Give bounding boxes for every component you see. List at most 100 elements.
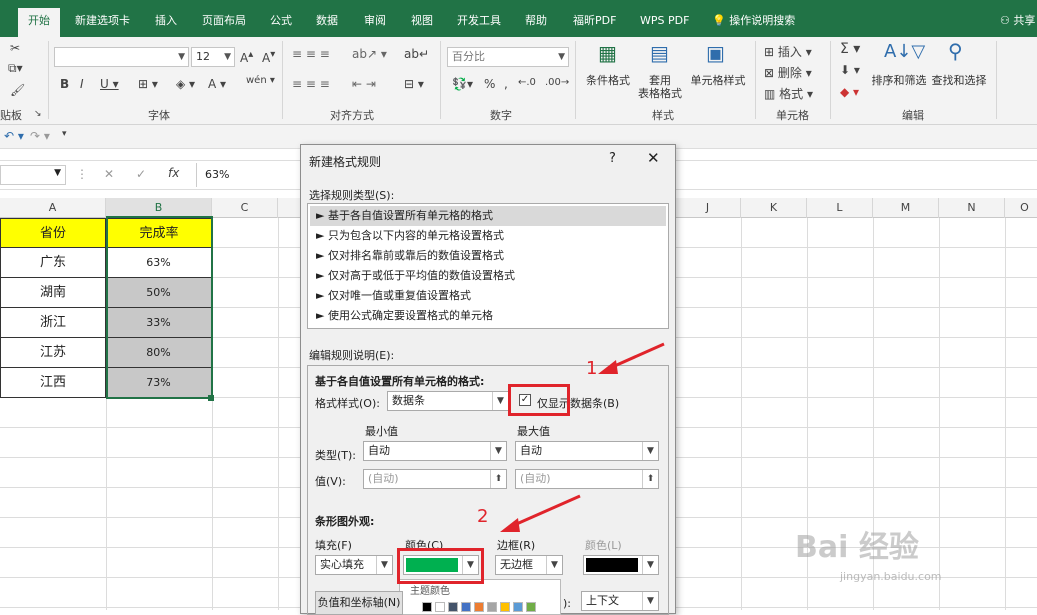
cell-completion-rate[interactable]: 73%	[106, 368, 212, 398]
indent-icon[interactable]: ⇤ ⇥	[352, 77, 376, 91]
cancel-icon[interactable]: ✕	[104, 167, 114, 181]
font-color-icon[interactable]: A ▾	[208, 77, 226, 91]
fill-type-select[interactable]: 实心填充 ▼	[315, 555, 393, 575]
redo-icon[interactable]: ↷ ▾	[30, 129, 50, 143]
rule-type-item[interactable]: ► 仅对高于或低于平均值的数值设置格式	[310, 266, 660, 286]
col-header-o[interactable]: O	[1005, 198, 1037, 218]
tab-data[interactable]: 数据	[316, 8, 338, 37]
tab-help[interactable]: 帮助	[525, 8, 547, 37]
rule-type-list[interactable]: ► 基于各自值设置所有单元格的格式 ► 只为包含以下内容的单元格设置格式 ► 仅…	[307, 203, 669, 329]
rule-type-item[interactable]: ► 仅对唯一值或重复值设置格式	[310, 286, 660, 306]
cell-completion-rate[interactable]: 80%	[106, 338, 212, 368]
cell-styles-button[interactable]: 单元格样式	[688, 74, 748, 87]
max-type-select[interactable]: 自动 ▼	[515, 441, 659, 461]
undo-icon[interactable]: ↶ ▾	[4, 129, 24, 143]
italic-icon[interactable]: I	[80, 77, 84, 91]
decrease-decimal-icon[interactable]: .00→	[545, 77, 569, 88]
tab-foxit-pdf[interactable]: 福昕PDF	[573, 8, 616, 37]
currency-icon[interactable]: 💱▾	[452, 77, 473, 91]
bold-icon[interactable]: B	[60, 77, 69, 91]
sort-filter-button[interactable]: 排序和筛选	[868, 74, 930, 87]
clear-icon[interactable]: ◆ ▾	[840, 85, 859, 99]
share-button[interactable]: ⚇ 共享	[1000, 8, 1035, 37]
cell-province[interactable]: 江苏	[0, 338, 106, 368]
delete-cells-button[interactable]: ⊠ 删除 ▾	[764, 64, 812, 81]
phonetic-icon[interactable]: wén ▾	[246, 75, 275, 86]
align-top-icon[interactable]: ≡ ≡ ≡	[292, 47, 330, 61]
tab-developer[interactable]: 开发工具	[457, 8, 501, 37]
help-button[interactable]: ?	[609, 151, 616, 166]
theme-color-swatch[interactable]	[513, 602, 523, 612]
copy-icon[interactable]: ⧉▾	[8, 61, 23, 76]
bar-direction-select[interactable]: 上下文 ▼	[581, 591, 659, 611]
theme-color-swatch[interactable]	[435, 602, 445, 612]
function-icon[interactable]: fx	[168, 166, 179, 180]
max-value-input[interactable]: (自动) ⬆	[515, 469, 659, 489]
orientation-icon[interactable]: ab↗ ▾	[352, 47, 387, 61]
shrink-font-icon[interactable]: A▾	[262, 49, 275, 65]
autosum-icon[interactable]: Σ ▾	[840, 41, 860, 57]
rule-type-item[interactable]: ► 使用公式确定要设置格式的单元格	[310, 306, 660, 326]
fill-handle[interactable]	[208, 395, 214, 401]
tab-review[interactable]: 审阅	[364, 8, 386, 37]
fill-color-icon[interactable]: ◈ ▾	[176, 77, 195, 91]
grow-font-icon[interactable]: A▴	[240, 49, 253, 65]
font-size-select[interactable]: 12 ▼	[191, 47, 235, 67]
min-value-input[interactable]: (自动) ⬆	[363, 469, 507, 489]
format-painter-icon[interactable]: 🖌	[10, 83, 25, 97]
cell-province[interactable]: 广东	[0, 248, 106, 278]
tab-wps-pdf[interactable]: WPS PDF	[640, 8, 689, 37]
tab-insert[interactable]: 插入	[155, 8, 177, 37]
min-type-select[interactable]: 自动 ▼	[363, 441, 507, 461]
cell-completion-rate[interactable]: 33%	[106, 308, 212, 338]
name-box[interactable]: ▼	[0, 165, 66, 185]
format-style-select[interactable]: 数据条 ▼	[387, 391, 509, 411]
col-header-m[interactable]: M	[873, 198, 939, 218]
cut-icon[interactable]: ✂	[10, 41, 20, 55]
col-header-l[interactable]: L	[807, 198, 873, 218]
tab-view[interactable]: 视图	[411, 8, 433, 37]
col-header-k[interactable]: K	[741, 198, 807, 218]
theme-color-swatch[interactable]	[448, 602, 458, 612]
theme-color-swatch[interactable]	[487, 602, 497, 612]
col-header-j[interactable]: J	[675, 198, 741, 218]
header-cell-completion[interactable]: 完成率	[106, 218, 212, 248]
close-icon[interactable]: ✕	[647, 149, 660, 167]
theme-color-swatch[interactable]	[526, 602, 536, 612]
increase-decimal-icon[interactable]: ←.0	[518, 77, 536, 88]
cell-completion-rate[interactable]: 63%	[106, 248, 212, 278]
format-cells-button[interactable]: ▥ 格式 ▾	[764, 85, 813, 102]
range-picker-icon[interactable]: ⬆	[642, 470, 658, 488]
cell-province[interactable]: 江西	[0, 368, 106, 398]
theme-color-swatch[interactable]	[461, 602, 471, 612]
cell-province[interactable]: 浙江	[0, 308, 106, 338]
wrap-text-icon[interactable]: ab↵	[404, 47, 429, 61]
align-left-icon[interactable]: ≡ ≡ ≡	[292, 77, 330, 91]
format-as-table-button[interactable]: 套用 表格格式	[632, 74, 688, 100]
theme-color-swatch[interactable]	[422, 602, 432, 612]
tab-new[interactable]: 新建选项卡	[75, 8, 130, 37]
customize-qat-icon[interactable]: ▾	[62, 129, 67, 139]
theme-color-swatch[interactable]	[474, 602, 484, 612]
number-format-select[interactable]: 百分比 ▼	[447, 47, 569, 67]
range-picker-icon[interactable]: ⬆	[490, 470, 506, 488]
header-cell-province[interactable]: 省份	[0, 218, 106, 248]
find-select-button[interactable]: 查找和选择	[928, 74, 990, 87]
merge-icon[interactable]: ⊟ ▾	[404, 77, 424, 91]
border-icon[interactable]: ⊞ ▾	[138, 77, 158, 91]
launcher-icon[interactable]: ↘	[34, 109, 42, 119]
conditional-format-button[interactable]: 条件格式	[582, 74, 634, 87]
enter-icon[interactable]: ✓	[136, 167, 146, 181]
comma-icon[interactable]: ,	[504, 77, 508, 91]
border-color-picker[interactable]: ▼	[583, 555, 659, 575]
font-name-select[interactable]: ▼	[54, 47, 189, 67]
border-type-select[interactable]: 无边框 ▼	[495, 555, 563, 575]
col-header-n[interactable]: N	[939, 198, 1005, 218]
col-header-c[interactable]: C	[212, 198, 278, 218]
underline-icon[interactable]: U ▾	[100, 77, 119, 91]
theme-color-swatch[interactable]	[500, 602, 510, 612]
tab-tell-me[interactable]: 💡 操作说明搜索	[712, 8, 795, 37]
tab-formulas[interactable]: 公式	[270, 8, 292, 37]
tab-home[interactable]: 开始	[18, 8, 60, 37]
negative-axis-button[interactable]: 负值和坐标轴(N)	[315, 591, 403, 615]
